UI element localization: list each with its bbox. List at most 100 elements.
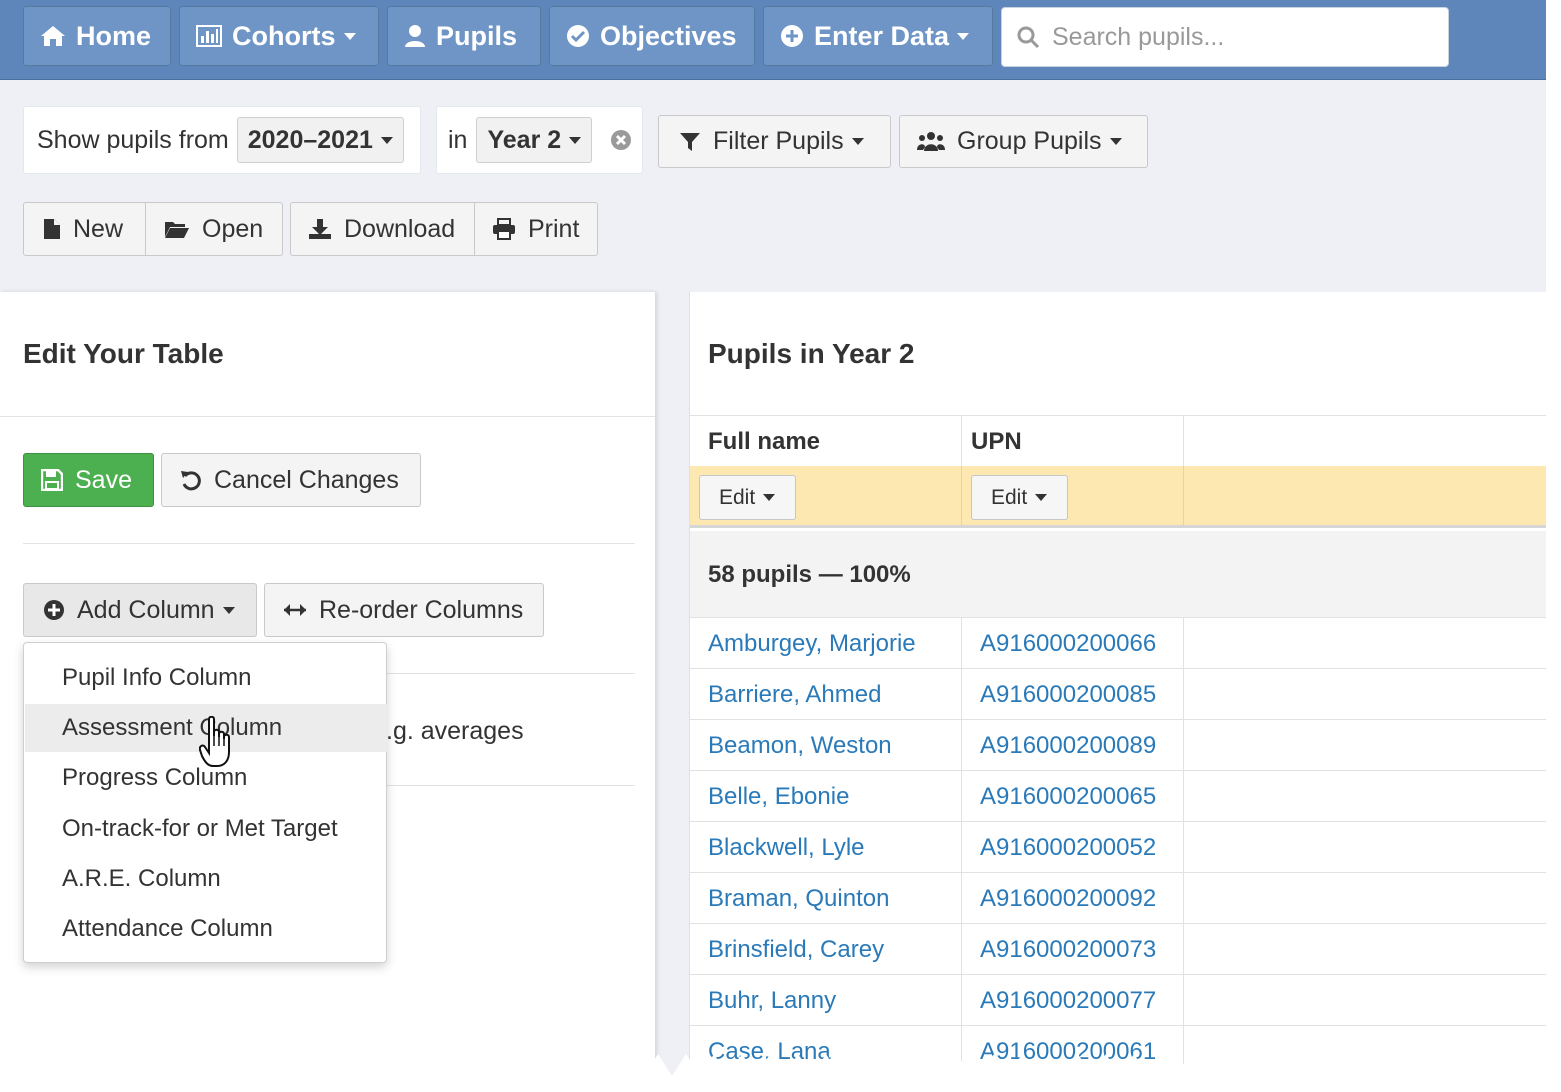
chevron-down-icon [569, 136, 582, 144]
divider [690, 415, 1546, 416]
nav-home-label: Home [76, 20, 152, 51]
bar-chart-icon [196, 25, 222, 47]
check-circle-icon [567, 25, 589, 47]
search-input[interactable] [1052, 22, 1432, 52]
torn-edge-decoration [0, 1054, 1546, 1092]
edit-row [690, 466, 1546, 528]
edit-upn-button[interactable]: Edit [971, 475, 1068, 520]
reorder-columns-button[interactable]: Re-order Columns [264, 583, 544, 637]
pupil-name-link[interactable]: Beamon, Weston [708, 732, 892, 760]
pupil-count-summary: 58 pupils — 100% [708, 561, 911, 588]
in-label: in [448, 125, 468, 154]
chevron-down-icon [1035, 494, 1048, 501]
chevron-down-icon [1109, 138, 1122, 145]
download-button[interactable]: Download [290, 202, 475, 256]
table-row-divider [690, 821, 1546, 822]
table-row-divider [690, 668, 1546, 669]
edit-full-name-button[interactable]: Edit [699, 475, 796, 520]
option-description-text: .g. averages [386, 717, 524, 745]
print-label: Print [528, 214, 580, 243]
column-divider [1183, 416, 1184, 466]
plus-circle-icon [44, 600, 64, 620]
divider [23, 543, 635, 544]
arrows-horizontal-icon [284, 604, 306, 616]
pupil-upn-link[interactable]: A916000200092 [980, 885, 1156, 913]
nav-home-button[interactable]: Home [23, 6, 171, 66]
new-label: New [73, 214, 124, 243]
search-box[interactable] [1001, 7, 1449, 67]
year-group-select[interactable]: Year 2 [476, 117, 593, 163]
column-divider [1183, 466, 1184, 528]
pupil-name-link[interactable]: Belle, Ebonie [708, 783, 849, 811]
chevron-down-icon [957, 32, 970, 40]
table-row-divider [690, 923, 1546, 924]
chevron-down-icon [222, 606, 235, 614]
menu-item-on-track-column[interactable]: On-track-for or Met Target [25, 805, 387, 853]
pupil-upn-link[interactable]: A916000200073 [980, 936, 1156, 964]
new-button[interactable]: New [23, 202, 146, 256]
filter-pupils-label: Filter Pupils [713, 127, 844, 155]
pupil-name-link[interactable]: Barriere, Ahmed [708, 681, 881, 709]
menu-item-pupil-info-column[interactable]: Pupil Info Column [25, 654, 387, 702]
pupil-name-link[interactable]: Braman, Quinton [708, 885, 889, 913]
table-row-divider [690, 872, 1546, 873]
column-divider [961, 466, 962, 528]
pupil-name-link[interactable]: Blackwell, Lyle [708, 834, 865, 862]
menu-item-are-column[interactable]: A.R.E. Column [25, 855, 387, 903]
group-pupils-label: Group Pupils [957, 127, 1102, 155]
year-range-select[interactable]: 2020–2021 [236, 117, 404, 163]
year-range-value: 2020–2021 [247, 125, 373, 154]
save-button[interactable]: Save [23, 453, 154, 507]
pupil-name-link[interactable]: Brinsfield, Carey [708, 936, 884, 964]
chevron-down-icon [851, 138, 864, 145]
filter-pupils-button[interactable]: Filter Pupils [658, 115, 891, 168]
cancel-changes-button[interactable]: Cancel Changes [161, 453, 421, 507]
pupil-upn-link[interactable]: A916000200077 [980, 987, 1156, 1015]
nav-pupils-label: Pupils [436, 20, 518, 51]
save-icon [41, 469, 63, 491]
open-button[interactable]: Open [145, 202, 283, 256]
menu-item-attendance-column[interactable]: Attendance Column [25, 905, 387, 953]
nav-enter-data-label: Enter Data [814, 20, 950, 51]
plus-circle-icon [781, 25, 803, 47]
users-icon [917, 131, 945, 151]
table-row-divider [690, 770, 1546, 771]
edit-panel-title: Edit Your Table [23, 338, 224, 369]
pupil-upn-link[interactable]: A916000200052 [980, 834, 1156, 862]
print-button[interactable]: Print [474, 202, 598, 256]
nav-cohorts-button[interactable]: Cohorts [179, 6, 379, 66]
download-label: Download [344, 214, 456, 243]
pupil-upn-link[interactable]: A916000200085 [980, 681, 1156, 709]
home-icon [41, 26, 65, 46]
pupil-upn-link[interactable]: A916000200065 [980, 783, 1156, 811]
nav-objectives-button[interactable]: Objectives [549, 6, 755, 66]
add-column-button[interactable]: Add Column [23, 583, 257, 637]
column-divider [961, 416, 962, 466]
pupil-name-link[interactable]: Buhr, Lanny [708, 987, 836, 1015]
cohort-year-filter: Show pupils from 2020–2021 [23, 106, 421, 174]
year-group-value: Year 2 [487, 125, 562, 154]
clear-icon[interactable] [610, 129, 632, 151]
cancel-changes-label: Cancel Changes [214, 465, 399, 494]
nav-enter-data-button[interactable]: Enter Data [763, 6, 993, 66]
file-icon [44, 219, 60, 239]
column-divider [961, 618, 962, 1092]
table-row-divider [690, 974, 1546, 975]
chevron-down-icon [343, 32, 356, 40]
column-header-upn[interactable]: UPN [971, 428, 1022, 456]
nav-pupils-button[interactable]: Pupils [387, 6, 541, 66]
chevron-down-icon [763, 494, 776, 501]
divider [0, 416, 655, 417]
column-header-full-name[interactable]: Full name [708, 428, 820, 456]
folder-open-icon [165, 222, 189, 238]
undo-icon [181, 471, 201, 491]
column-divider [1183, 618, 1184, 1092]
table-row-divider [690, 1025, 1546, 1026]
edit-label: Edit [991, 485, 1028, 509]
pupil-upn-link[interactable]: A916000200066 [980, 630, 1156, 658]
edit-label: Edit [719, 485, 756, 509]
pupil-upn-link[interactable]: A916000200089 [980, 732, 1156, 760]
pupil-name-link[interactable]: Amburgey, Marjorie [708, 630, 916, 658]
group-pupils-button[interactable]: Group Pupils [899, 115, 1148, 168]
app-window: Home Cohorts Pupils Objectives Enter Dat… [0, 0, 1546, 1092]
